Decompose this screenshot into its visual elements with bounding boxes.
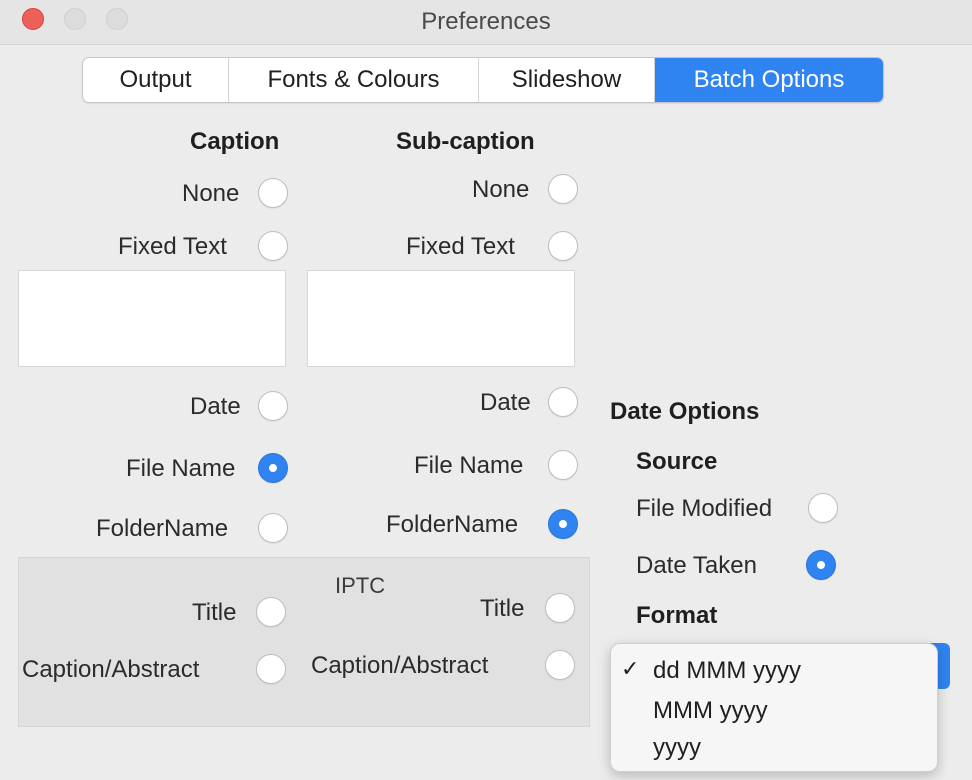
subcaption-date-radio[interactable] xyxy=(548,387,578,417)
subcaption-none-label: None xyxy=(472,176,530,203)
subcaption-file-name-label: File Name xyxy=(414,452,524,479)
date-options-heading: Date Options xyxy=(610,398,760,425)
subcaption-iptc-title-radio[interactable] xyxy=(545,593,575,623)
format-option-mmm-yyyy[interactable]: MMM yyyy xyxy=(653,697,768,725)
caption-fixed-text-label: Fixed Text xyxy=(118,233,227,260)
subcaption-fixed-text-label: Fixed Text xyxy=(406,233,515,260)
subcaption-iptc-abstract-label: Caption/Abstract xyxy=(311,652,489,679)
tab-fonts-colours[interactable]: Fonts & Colours xyxy=(229,58,479,102)
subcaption-heading: Sub-caption xyxy=(396,128,535,155)
source-heading: Source xyxy=(636,448,718,475)
title-bar: Preferences xyxy=(0,0,972,45)
caption-date-radio[interactable] xyxy=(258,391,288,421)
caption-file-name-radio[interactable] xyxy=(258,453,288,483)
caption-iptc-title-label: Title xyxy=(192,599,237,626)
caption-fixed-text-radio[interactable] xyxy=(258,231,288,261)
tab-batch-options[interactable]: Batch Options xyxy=(655,58,883,102)
caption-file-name-label: File Name xyxy=(126,455,236,482)
file-modified-label: File Modified xyxy=(636,495,773,522)
caption-iptc-abstract-label: Caption/Abstract xyxy=(22,656,200,683)
iptc-group-title: IPTC xyxy=(335,573,386,598)
subcaption-file-name-radio[interactable] xyxy=(548,450,578,480)
iptc-group-box xyxy=(18,557,590,727)
preferences-tab-bar: Output Fonts & Colours Slideshow Batch O… xyxy=(82,57,884,103)
subcaption-folder-name-label: FolderName xyxy=(386,511,519,538)
format-option-dd-mmm-yyyy[interactable]: dd MMM yyyy xyxy=(653,657,801,685)
format-option-yyyy[interactable]: yyyy xyxy=(653,734,701,762)
caption-none-label: None xyxy=(182,180,240,207)
file-modified-radio[interactable] xyxy=(808,493,838,523)
subcaption-date-label: Date xyxy=(480,389,531,416)
caption-iptc-abstract-radio[interactable] xyxy=(256,654,286,684)
window-title: Preferences xyxy=(421,8,551,35)
date-taken-label: Date Taken xyxy=(636,552,757,579)
tab-slideshow[interactable]: Slideshow xyxy=(479,58,655,102)
subcaption-iptc-title-label: Title xyxy=(480,595,525,622)
subcaption-fixed-text-field[interactable] xyxy=(307,270,575,367)
selected-check-icon: ✓ xyxy=(621,656,640,681)
caption-fixed-text-field[interactable] xyxy=(18,270,286,367)
date-taken-radio[interactable] xyxy=(806,550,836,580)
format-heading: Format xyxy=(636,602,718,629)
caption-date-label: Date xyxy=(190,393,241,420)
caption-heading: Caption xyxy=(190,128,280,155)
subcaption-iptc-abstract-radio[interactable] xyxy=(545,650,575,680)
subcaption-folder-name-radio[interactable] xyxy=(548,509,578,539)
subcaption-fixed-text-radio[interactable] xyxy=(548,231,578,261)
format-dropdown-menu: ✓ dd MMM yyyy MMM yyyy yyyy xyxy=(610,643,938,772)
caption-folder-name-label: FolderName xyxy=(96,515,229,542)
caption-none-radio[interactable] xyxy=(258,178,288,208)
caption-iptc-title-radio[interactable] xyxy=(256,597,286,627)
tab-output[interactable]: Output xyxy=(83,58,229,102)
subcaption-none-radio[interactable] xyxy=(548,174,578,204)
caption-folder-name-radio[interactable] xyxy=(258,513,288,543)
